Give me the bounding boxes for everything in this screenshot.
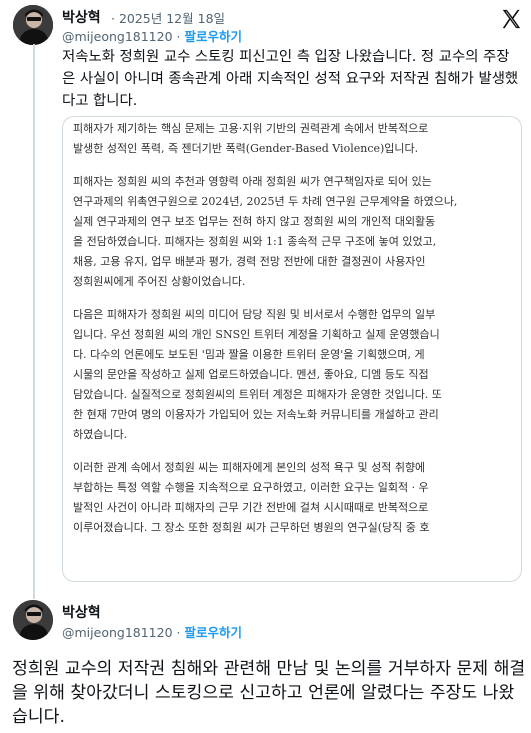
- author-handle-row: @mijeong181120 · 팔로우하기: [62, 622, 242, 641]
- document-line: 이러한 관계 속에서 정희원 씨는 피해자에게 본인의 성적 욕구 및 성적 취…: [73, 461, 426, 474]
- document-line: 이루어졌습니다. 그 장소 또한 정희원 씨가 근무하던 병원의 연구실(당직 …: [73, 521, 430, 534]
- author-name[interactable]: 박상혁: [62, 602, 101, 622]
- document-line: 발적인 사건이 아니라 피해자의 근무 기간 전반에 걸쳐 시시때때로 반복적으…: [73, 501, 429, 514]
- document-line: 피해자는 정희원 씨의 추천과 영향력 아래 정희원 씨가 연구책임자로 되어 …: [73, 175, 432, 188]
- document-line: 담았습니다. 실질적으로 정희원씨의 트위터 계정은 피해자가 운영한 것입니다…: [73, 388, 442, 401]
- document-line: 다음은 피해자가 정희원 씨의 미디어 담당 직원 및 비서로서 수행한 업무의…: [73, 308, 436, 321]
- document-line: 발생한 성적인 폭력, 즉 젠더기반 폭력(Gender-Based Viole…: [73, 142, 419, 155]
- attached-document-image[interactable]: 피해자가 제기하는 핵심 문제는 고용·지위 기반의 권력관계 속에서 반복적으…: [62, 116, 522, 582]
- document-line: 입니다. 우선 정희원 씨의 개인 SNS인 트위터 계정을 기획하고 실제 운…: [73, 328, 440, 341]
- document-line: 한 현재 7만여 명의 이용자가 가입되어 있는 저속노화 커뮤니티를 개설하고…: [73, 408, 439, 421]
- author-handle[interactable]: @mijeong181120 ·: [62, 625, 180, 640]
- post-date[interactable]: · 2025년 12월 18일: [111, 8, 225, 27]
- author-handle[interactable]: @mijeong181120 ·: [62, 29, 180, 44]
- document-line: 하였습니다.: [73, 428, 128, 441]
- document-line: 다. 다수의 언론에도 보도된 '밈과 짤을 이용한 트위터 운영'을 기획했으…: [73, 348, 425, 361]
- follow-button[interactable]: 팔로우하기: [184, 29, 242, 44]
- document-line: 채용, 고용 유지, 업무 배분과 평가, 경력 전망 전반에 대한 결정권이 …: [73, 255, 426, 268]
- document-text: 피해자가 제기하는 핵심 문제는 고용·지위 기반의 권력관계 속에서 반복적으…: [73, 119, 513, 538]
- avatar-photo: [13, 5, 53, 45]
- document-line: 정희원씨에게 주어진 상황이었습니다.: [73, 275, 246, 288]
- author-handle-row: @mijeong181120 · 팔로우하기: [62, 26, 242, 45]
- document-line: 을 전담하였습니다. 피해자는 정희원 씨와 1:1 종속적 근무 구조에 놓여…: [73, 235, 437, 248]
- post-text: 정희원 교수의 저작권 침해와 관련해 만남 및 논의를 거부하자 문제 해결을…: [12, 659, 526, 727]
- document-line: 연구과제의 위촉연구원으로 2024년, 2025년 두 차례 연구원 근무계약…: [73, 195, 458, 208]
- follow-button[interactable]: 팔로우하기: [184, 625, 242, 640]
- post-text: 저속노화 정희원 교수 스토킹 피신고인 측 입장 나왔습니다. 정 교수의 주…: [62, 49, 519, 109]
- document-line: 시물의 문안을 작성하고 실제 업로드하였습니다. 멘션, 좋아요, 디엠 등도…: [73, 368, 429, 381]
- document-line: 피해자가 제기하는 핵심 문제는 고용·지위 기반의 권력관계 속에서 반복적으…: [73, 122, 429, 135]
- author-name[interactable]: 박상혁: [62, 7, 101, 27]
- author-avatar[interactable]: [13, 600, 53, 640]
- document-line: 부합하는 특정 역할 수행을 지속적으로 요구하였고, 이러한 요구는 일회적 …: [73, 481, 429, 494]
- author-avatar[interactable]: [13, 5, 53, 45]
- thread-connector: [33, 44, 35, 599]
- avatar-photo: [13, 600, 53, 640]
- document-line: 실제 연구과제의 연구 보조 업무는 전혀 하지 않고 정희원 씨의 개인적 대…: [73, 215, 436, 228]
- x-logo-icon[interactable]: [500, 8, 522, 30]
